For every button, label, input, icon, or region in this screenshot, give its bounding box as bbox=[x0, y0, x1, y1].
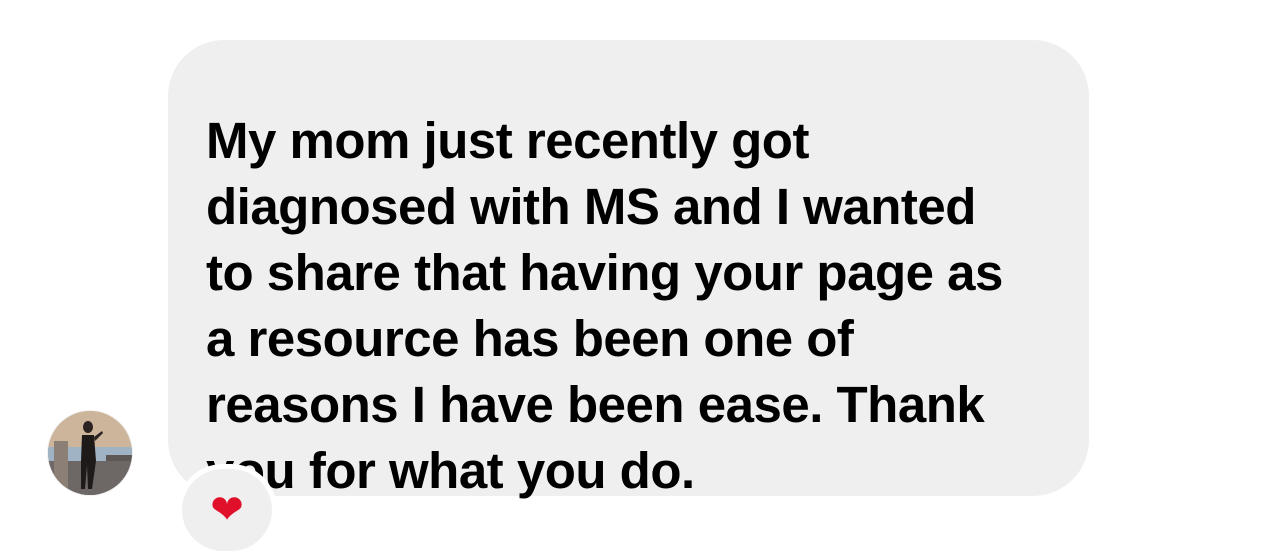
red-heart-icon: ❤ bbox=[210, 487, 244, 533]
message-thread: My mom just recently got diagnosed with … bbox=[0, 0, 1284, 557]
sender-avatar[interactable] bbox=[48, 411, 132, 495]
message-bubble[interactable]: My mom just recently got diagnosed with … bbox=[168, 40, 1089, 499]
avatar-photo-icon bbox=[48, 411, 132, 495]
message-text: My mom just recently got diagnosed with … bbox=[206, 112, 1003, 499]
reaction-badge[interactable]: ❤ bbox=[182, 469, 272, 551]
